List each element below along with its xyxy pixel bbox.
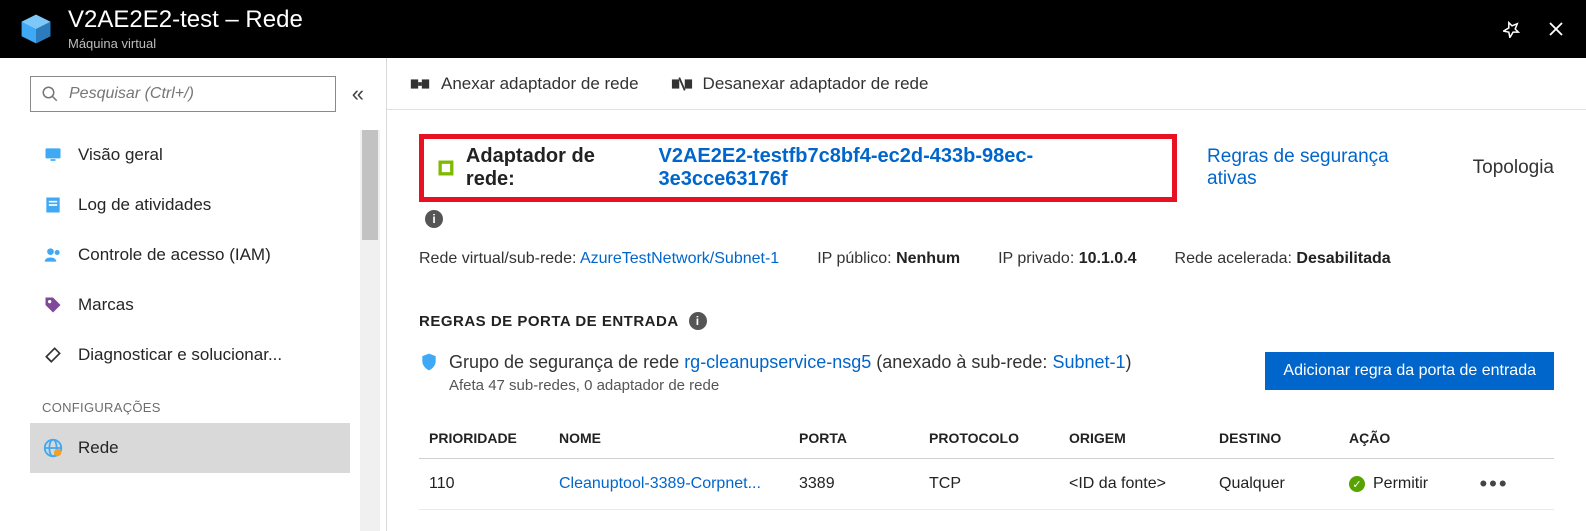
- scrollbar-thumb[interactable]: [362, 130, 378, 240]
- close-icon[interactable]: [1540, 13, 1572, 45]
- cell-source: <ID da fonte>: [1069, 475, 1219, 493]
- active-security-rules-link[interactable]: Regras de segurança ativas: [1207, 146, 1443, 190]
- tools-icon: [42, 344, 64, 366]
- col-port[interactable]: PORTA: [799, 430, 929, 446]
- vnet-label: Rede virtual/sub-rede:: [419, 250, 576, 267]
- search-input[interactable]: Pesquisar (Ctrl+/): [30, 76, 336, 112]
- page-subtitle: Máquina virtual: [68, 36, 303, 51]
- table-row[interactable]: 110 Cleanuptool-3389-Corpnet... 3389 TCP…: [419, 459, 1554, 510]
- accel-net-value: Desabilitada: [1296, 250, 1390, 267]
- private-ip-label: IP privado:: [998, 250, 1074, 267]
- adapter-name-link[interactable]: V2AE2E2-testfb7c8bf4-ec2d-433b-98ec-3e3c…: [659, 145, 1161, 191]
- inbound-rules-table: PRIORIDADE NOME PORTA PROTOCOLO ORIGEM D…: [419, 418, 1554, 510]
- monitor-icon: [42, 144, 64, 166]
- sidebar-item-iam[interactable]: Controle de acesso (IAM): [30, 230, 350, 280]
- nic-icon: [436, 158, 456, 178]
- subnet-link[interactable]: Subnet-1: [1052, 352, 1125, 372]
- sidebar-section-config: CONFIGURAÇÕES: [30, 380, 350, 423]
- info-icon[interactable]: i: [425, 210, 443, 228]
- sidebar-item-activity-log[interactable]: Log de atividades: [30, 180, 350, 230]
- sidebar-item-overview[interactable]: Visão geral: [30, 130, 350, 180]
- cell-priority: 110: [429, 475, 559, 493]
- adapter-label: Adaptador de rede:: [466, 145, 649, 191]
- cell-destination: Qualquer: [1219, 475, 1349, 493]
- info-icon[interactable]: i: [689, 312, 707, 330]
- sidebar-item-diagnose[interactable]: Diagnosticar e solucionar...: [30, 330, 350, 380]
- col-source[interactable]: ORIGEM: [1069, 430, 1219, 446]
- nsg-note: Afeta 47 sub-redes, 0 adaptador de rede: [449, 377, 1255, 394]
- toolbar: Anexar adaptador de rede Desanexar adapt…: [387, 58, 1586, 110]
- adapter-meta: Rede virtual/sub-rede: AzureTestNetwork/…: [419, 250, 1554, 268]
- attach-icon: [409, 75, 431, 93]
- collapse-sidebar-icon[interactable]: «: [348, 77, 368, 111]
- cell-port: 3389: [799, 475, 929, 493]
- sidebar-item-label: Visão geral: [78, 145, 163, 165]
- pin-icon[interactable]: [1496, 13, 1528, 45]
- cell-protocol: TCP: [929, 475, 1069, 493]
- search-placeholder: Pesquisar (Ctrl+/): [69, 85, 194, 103]
- detach-nic-button[interactable]: Desanexar adaptador de rede: [667, 68, 933, 100]
- tag-icon: [42, 294, 64, 316]
- col-name[interactable]: NOME: [559, 430, 799, 446]
- private-ip-value: 10.1.0.4: [1079, 250, 1137, 267]
- cell-action: ✓ Permitir: [1349, 475, 1469, 493]
- col-destination[interactable]: DESTINO: [1219, 430, 1349, 446]
- allow-icon: ✓: [1349, 476, 1365, 492]
- public-ip-label: IP público:: [817, 250, 891, 267]
- sidebar-item-label: Marcas: [78, 295, 134, 315]
- log-icon: [42, 194, 64, 216]
- sidebar-item-label: Rede: [78, 438, 119, 458]
- detach-icon: [671, 75, 693, 93]
- shield-icon: [419, 352, 439, 372]
- table-header: PRIORIDADE NOME PORTA PROTOCOLO ORIGEM D…: [419, 418, 1554, 459]
- accel-net-label: Rede acelerada:: [1175, 250, 1292, 267]
- toolbar-label: Desanexar adaptador de rede: [703, 74, 929, 94]
- public-ip-value: Nenhum: [896, 250, 960, 267]
- topology-link[interactable]: Topologia: [1473, 157, 1554, 179]
- page-title: V2AE2E2-test – Rede: [68, 7, 303, 33]
- toolbar-label: Anexar adaptador de rede: [441, 74, 639, 94]
- network-adapter-highlight: Adaptador de rede: V2AE2E2-testfb7c8bf4-…: [419, 134, 1177, 202]
- sidebar-item-tags[interactable]: Marcas: [30, 280, 350, 330]
- row-more-button[interactable]: •••: [1469, 471, 1519, 497]
- network-icon: [42, 437, 64, 459]
- people-icon: [42, 244, 64, 266]
- vm-icon: [18, 11, 54, 47]
- search-icon: [41, 85, 59, 103]
- sidebar: Pesquisar (Ctrl+/) « Visão geral Log de …: [0, 58, 387, 531]
- nsg-description: Grupo de segurança de rede rg-cleanupser…: [449, 352, 1255, 373]
- col-protocol[interactable]: PROTOCOLO: [929, 430, 1069, 446]
- blade-header: V2AE2E2-test – Rede Máquina virtual: [0, 0, 1586, 58]
- sidebar-scrollbar[interactable]: [360, 130, 380, 531]
- attach-nic-button[interactable]: Anexar adaptador de rede: [405, 68, 643, 100]
- sidebar-item-label: Controle de acesso (IAM): [78, 245, 271, 265]
- col-action[interactable]: AÇÃO: [1349, 430, 1469, 446]
- inbound-rules-header: REGRAS DE PORTA DE ENTRADA i: [419, 312, 1554, 330]
- main-content: Anexar adaptador de rede Desanexar adapt…: [387, 58, 1586, 531]
- nsg-link[interactable]: rg-cleanupservice-nsg5: [684, 352, 871, 372]
- sidebar-item-label: Log de atividades: [78, 195, 211, 215]
- sidebar-item-label: Diagnosticar e solucionar...: [78, 345, 282, 365]
- sidebar-item-network[interactable]: Rede: [30, 423, 350, 473]
- col-priority[interactable]: PRIORIDADE: [429, 430, 559, 446]
- add-inbound-rule-button[interactable]: Adicionar regra da porta de entrada: [1265, 352, 1554, 390]
- vnet-link[interactable]: AzureTestNetwork/Subnet-1: [580, 250, 779, 267]
- cell-name-link[interactable]: Cleanuptool-3389-Corpnet...: [559, 475, 799, 493]
